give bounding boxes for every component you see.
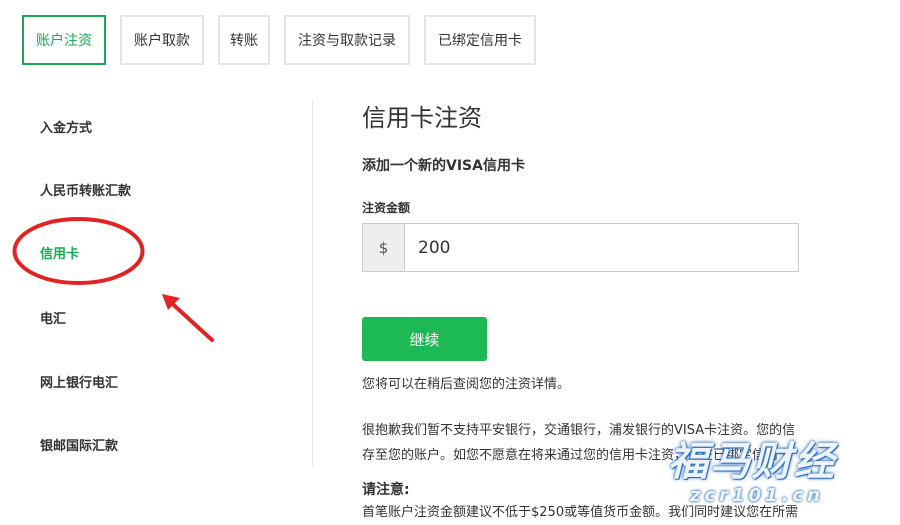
deposit-page: 账户注资 账户取款 转账 注资与取款记录 已绑定信用卡 入金方式 人民币转账汇款… xyxy=(0,0,900,525)
page-title: 信用卡注资 xyxy=(362,104,482,132)
sidebar-item-online-bank-wire[interactable]: 网上银行电汇 xyxy=(40,372,118,391)
sidebar-item-credit-card[interactable]: 信用卡 xyxy=(40,243,79,262)
sidebar-item-rmb-transfer[interactable]: 人民币转账汇款 xyxy=(40,180,131,199)
notice-heading: 请注意: xyxy=(362,482,410,498)
top-tabs: 账户注资 账户取款 转账 注资与取款记录 已绑定信用卡 xyxy=(22,15,536,65)
notice-text-line-3: 首笔账户注资金额建议不低于$250或等值货币金额。我们同时建议您在所需 xyxy=(362,505,799,520)
notice-text-line-2: 存至您的账户。如您不愿意在将来通过您的信用卡注资，请在已绑定信用卡 xyxy=(362,448,792,463)
amount-input-group: $ xyxy=(362,223,799,272)
tab-deposit-withdraw-history[interactable]: 注资与取款记录 xyxy=(284,15,410,65)
info-text: 您将可以在稍后查阅您的注资详情。 xyxy=(362,377,571,392)
tab-transfer[interactable]: 转账 xyxy=(218,15,270,65)
amount-label: 注资金额 xyxy=(362,201,411,215)
notice-text-line-1: 很抱歉我们暂不支持平安银行，交通银行，浦发银行的VISA卡注资。您的信 xyxy=(362,423,796,438)
sidebar-item-deposit-methods[interactable]: 入金方式 xyxy=(40,117,92,136)
tab-bound-credit-cards[interactable]: 已绑定信用卡 xyxy=(424,15,536,65)
amount-input[interactable] xyxy=(405,224,798,271)
dollar-icon: $ xyxy=(363,224,405,271)
sidebar-item-postal-remittance[interactable]: 银邮国际汇款 xyxy=(40,435,118,454)
sidebar xyxy=(0,100,313,466)
tab-account-withdraw[interactable]: 账户取款 xyxy=(120,15,204,65)
sidebar-item-wire-transfer[interactable]: 电汇 xyxy=(40,308,66,327)
add-card-subtitle: 添加一个新的VISA信用卡 xyxy=(362,158,525,174)
continue-button[interactable]: 继续 xyxy=(362,317,487,361)
tab-account-deposit[interactable]: 账户注资 xyxy=(22,15,106,65)
